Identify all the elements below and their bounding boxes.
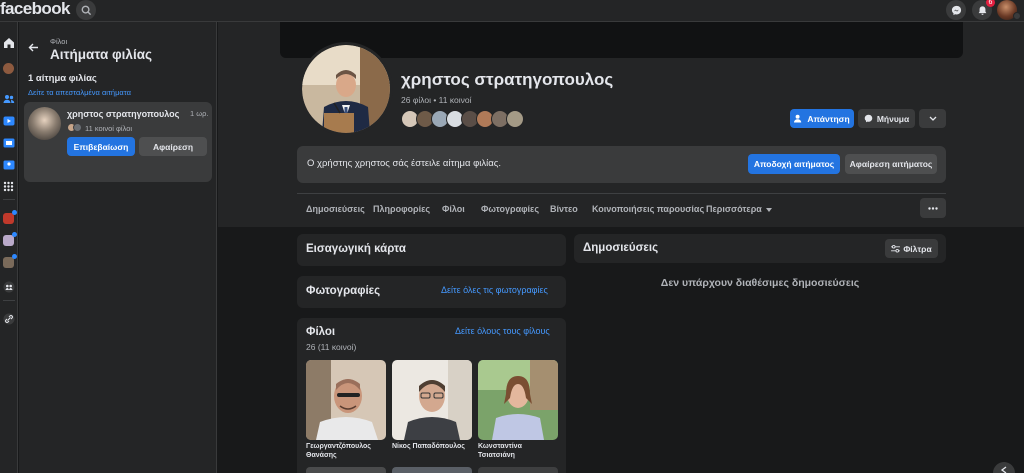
person-check-icon (794, 114, 802, 123)
request-time: 1 ωρ. (190, 109, 209, 118)
photos-title[interactable]: Φωτογραφίες (306, 285, 380, 297)
tab-about[interactable]: Πληροφορίες (373, 204, 430, 214)
respond-label: Απάντηση (807, 113, 850, 124)
notification-badge: 6 (986, 0, 995, 7)
friend-avatar[interactable] (506, 110, 524, 128)
rail-divider (3, 199, 15, 200)
friends-title[interactable]: Φίλοι (306, 326, 335, 338)
more-options-button[interactable] (920, 198, 946, 218)
friend-request-banner: Ο χρήστης χρηστος σάς έστειλε αίτημα φιλ… (297, 146, 946, 183)
bell-icon (978, 5, 986, 15)
groups-list-icon[interactable] (2, 280, 15, 293)
left-shortcut-rail (0, 22, 18, 473)
no-posts-message: Δεν υπάρχουν διαθέσιμες δημοσιεύσεις (660, 277, 860, 289)
friend-photo[interactable] (392, 360, 472, 440)
breadcrumb[interactable]: Φίλοι (50, 37, 67, 46)
accept-request-button[interactable]: Αποδοχή αιτήματος (748, 154, 840, 174)
sent-requests-link[interactable]: Δείτε τα απεσταλμένα αιτήματα (28, 88, 131, 97)
cover-photo[interactable] (280, 22, 963, 58)
friends-card-count: 26 (11 κοινοί) (306, 342, 357, 352)
mutual-friends-avatars (67, 123, 83, 132)
friend-avatars-row (401, 110, 529, 129)
unread-dot-icon (12, 210, 17, 215)
photos-card: Φωτογραφίες Δείτε όλες τις φωτογραφίες (297, 276, 566, 308)
tab-friends[interactable]: Φίλοι (442, 204, 465, 214)
unread-dot-icon (12, 232, 17, 237)
rail-divider (3, 300, 15, 301)
tab-photos[interactable]: Φωτογραφίες (481, 204, 539, 214)
profile-picture[interactable] (299, 42, 393, 136)
intro-title: Εισαγωγική κάρτα (306, 243, 406, 255)
friend-photo[interactable] (306, 467, 386, 473)
respond-button[interactable]: Απάντηση (790, 109, 854, 128)
request-count: 1 αίτημα φιλίας (28, 73, 97, 84)
unread-dot-icon (12, 254, 17, 259)
marketplace-icon[interactable] (2, 136, 15, 149)
caret-down-icon (766, 208, 773, 212)
profile-name: χρηστος στρατηγοπουλος (401, 70, 614, 89)
see-all-friends-link[interactable]: Δείτε όλους τους φίλους (455, 326, 550, 336)
decline-request-button[interactable]: Αφαίρεση αιτήματος (845, 154, 937, 174)
friend-photo-image (478, 360, 558, 440)
friend-photo-image (392, 360, 472, 440)
home-icon[interactable] (2, 36, 15, 49)
tab-check-ins[interactable]: Κοινοποιήσεις παρουσίας (592, 204, 704, 214)
message-label: Μήνυμα (876, 113, 910, 124)
message-button[interactable]: Μήνυμα (858, 109, 915, 128)
profile-photo-image (302, 45, 390, 133)
menu-grid-icon[interactable] (2, 180, 15, 193)
filters-label: Φίλτρα (903, 243, 932, 254)
ellipsis-icon (928, 206, 938, 210)
search-button[interactable] (76, 0, 96, 20)
filter-sliders-icon (891, 244, 901, 253)
requester-name[interactable]: χρηστος στρατηγοπουλος (67, 109, 179, 119)
friends-count[interactable]: 26 φίλοι • 11 κοινοί (401, 95, 471, 105)
see-all-photos-link[interactable]: Δείτε όλες τις φωτογραφίες (441, 285, 548, 295)
chevron-down-icon (929, 116, 936, 121)
friend-photo[interactable] (478, 467, 558, 473)
friend-name[interactable]: Κωνσταντίνα Τσιατσιάνη (478, 442, 560, 460)
groups-icon[interactable] (2, 158, 15, 171)
friend-photo[interactable] (392, 467, 472, 473)
link-icon[interactable] (2, 312, 15, 325)
profile-shortcut-icon[interactable] (2, 62, 15, 75)
friend-photo-image (306, 360, 386, 440)
posts-header-card: Δημοσιεύσεις Φίλτρα (574, 234, 946, 263)
mutual-friends-count: 11 κοινοί φίλοι (85, 124, 133, 133)
watch-icon[interactable] (2, 114, 15, 127)
friend-name[interactable]: Νίκος Παπαδόπουλος (392, 442, 474, 451)
search-icon (81, 5, 91, 15)
tab-more[interactable]: Περισσότερα (706, 204, 773, 214)
messenger-button[interactable] (946, 0, 966, 20)
friends-icon[interactable] (2, 92, 15, 105)
tab-more-label: Περισσότερα (706, 204, 762, 214)
friends-card: Φίλοι 26 (11 κοινοί) Δείτε όλους τους φί… (297, 318, 566, 473)
messenger-icon (864, 114, 873, 123)
panel-title: Αιτήματα φιλίας (50, 47, 153, 62)
top-navigation-bar: facebook 6 (0, 0, 1024, 22)
requester-avatar[interactable] (28, 107, 61, 140)
friend-photo[interactable] (478, 360, 558, 440)
friend-request-item[interactable]: χρηστος στρατηγοπουλος 1 ωρ. 11 κοινοί φ… (24, 102, 212, 182)
request-message: Ο χρήστης χρηστος σάς έστειλε αίτημα φιλ… (307, 158, 501, 169)
scroll-button[interactable] (993, 462, 1015, 473)
more-actions-button[interactable] (919, 109, 946, 128)
confirm-button[interactable]: Επιβεβαίωση (67, 137, 135, 156)
tabs-divider (297, 193, 946, 194)
arrow-left-icon (1000, 466, 1007, 473)
account-menu-chevron-icon[interactable] (1013, 12, 1021, 20)
tab-videos[interactable]: Βίντεο (550, 204, 578, 214)
posts-title: Δημοσιεύσεις (583, 242, 659, 254)
friend-requests-panel: Φίλοι Αιτήματα φιλίας 1 αίτημα φιλίας Δε… (19, 22, 217, 473)
intro-card: Εισαγωγική κάρτα (297, 234, 566, 266)
tab-posts[interactable]: Δημοσιεύσεις (306, 204, 365, 214)
facebook-logo[interactable]: facebook (0, 0, 70, 18)
back-arrow-icon[interactable] (28, 43, 39, 55)
remove-button[interactable]: Αφαίρεση (139, 137, 207, 156)
filters-button[interactable]: Φίλτρα (885, 239, 938, 258)
friend-name[interactable]: Γεωργαντζόπουλος Θανάσης (306, 442, 388, 460)
messenger-icon (951, 5, 961, 15)
friend-photo[interactable] (306, 360, 386, 440)
